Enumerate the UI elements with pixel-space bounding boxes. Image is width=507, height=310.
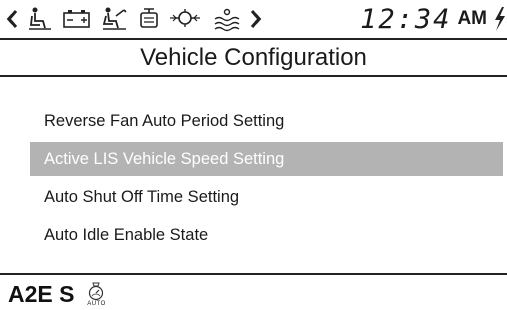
person-lever-icon [102, 7, 127, 30]
clock: 12:34 AM [360, 2, 487, 36]
auto-mode-icon: AUTO [86, 281, 106, 307]
lightning-bolt-icon [495, 7, 505, 31]
settings-menu: Reverse Fan Auto Period Setting Active L… [30, 104, 503, 256]
menu-item-auto-idle-enable-state[interactable]: Auto Idle Enable State [30, 218, 503, 252]
status-icons [4, 4, 264, 34]
water-waves-icon [214, 8, 240, 32]
header-divider-bottom [0, 75, 507, 77]
auto-label: AUTO [87, 301, 106, 307]
battery-icon [63, 10, 90, 28]
menu-item-auto-shut-off-time[interactable]: Auto Shut Off Time Setting [30, 180, 503, 214]
mode-indicator: A2E S [8, 280, 75, 307]
footer: A2E S AUTO [8, 279, 106, 309]
auto-gauge-icon [89, 282, 104, 301]
menu-item-active-lis-vehicle-speed[interactable]: Active LIS Vehicle Speed Setting [30, 142, 503, 176]
coolant-temp-icon [170, 9, 200, 27]
engine-block-icon [140, 8, 158, 28]
page-title: Vehicle Configuration [140, 44, 367, 71]
footer-divider [0, 273, 507, 275]
menu-item-reverse-fan-auto-period[interactable]: Reverse Fan Auto Period Setting [30, 104, 503, 138]
clock-ampm: AM [457, 8, 487, 29]
clock-time: 12:34 [360, 3, 452, 35]
arrow-left-icon[interactable] [4, 8, 20, 30]
person-seat-icon [29, 7, 51, 30]
arrow-right-icon[interactable] [248, 8, 264, 30]
status-bar: 12:34 AM [0, 0, 507, 40]
